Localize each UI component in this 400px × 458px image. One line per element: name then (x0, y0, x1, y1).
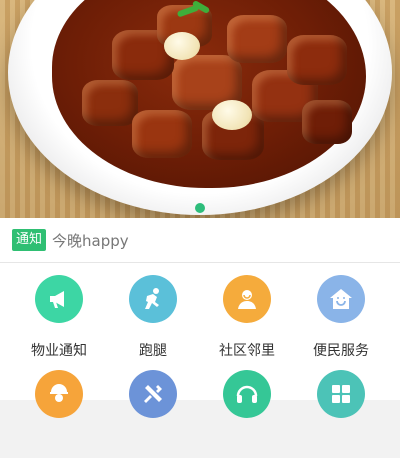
grid-item-label: 便民服务 (313, 343, 369, 359)
grid-item-repair-worker[interactable] (9, 358, 109, 458)
grid-item-customer-service[interactable] (197, 358, 297, 458)
grid-item-errand[interactable]: 跑腿 (103, 263, 203, 363)
grid-item-label: 物业通知 (31, 343, 87, 359)
grid-item-more-apps[interactable] (291, 358, 391, 458)
grid-item-neighbors[interactable]: 社区邻里 (197, 263, 297, 363)
grid-item-tools[interactable] (103, 358, 203, 458)
grid-item-label: 社区邻里 (219, 343, 275, 359)
pork-chunk (132, 110, 192, 158)
garlic-clove (164, 32, 200, 60)
grid-item-label: 跑腿 (139, 343, 167, 359)
carousel-indicator-dot[interactable] (195, 203, 205, 213)
grid-item-convenience[interactable]: 便民服务 (291, 263, 391, 363)
apps-grid-icon (317, 370, 365, 418)
pork-chunk (287, 35, 347, 85)
worker-icon (35, 370, 83, 418)
pork-chunk (302, 100, 352, 144)
banner-carousel[interactable] (0, 0, 400, 218)
service-grid: 物业通知 跑腿 社区邻里 便民服务 (0, 263, 400, 418)
megaphone-icon (35, 275, 83, 323)
grid-item-property-notice[interactable]: 物业通知 (9, 263, 109, 363)
home-smile-icon (317, 275, 365, 323)
tools-icon (129, 370, 177, 418)
pork-chunk (227, 15, 287, 63)
garlic-clove (212, 100, 252, 130)
notice-text: 今晚happy (52, 231, 129, 250)
headset-icon (223, 370, 271, 418)
neighbors-icon (223, 275, 271, 323)
notice-badge: 通知 (12, 229, 47, 251)
runner-icon (129, 275, 177, 323)
pork-chunk (82, 80, 138, 126)
notice-bar[interactable]: 通知 今晚happy (0, 218, 400, 263)
